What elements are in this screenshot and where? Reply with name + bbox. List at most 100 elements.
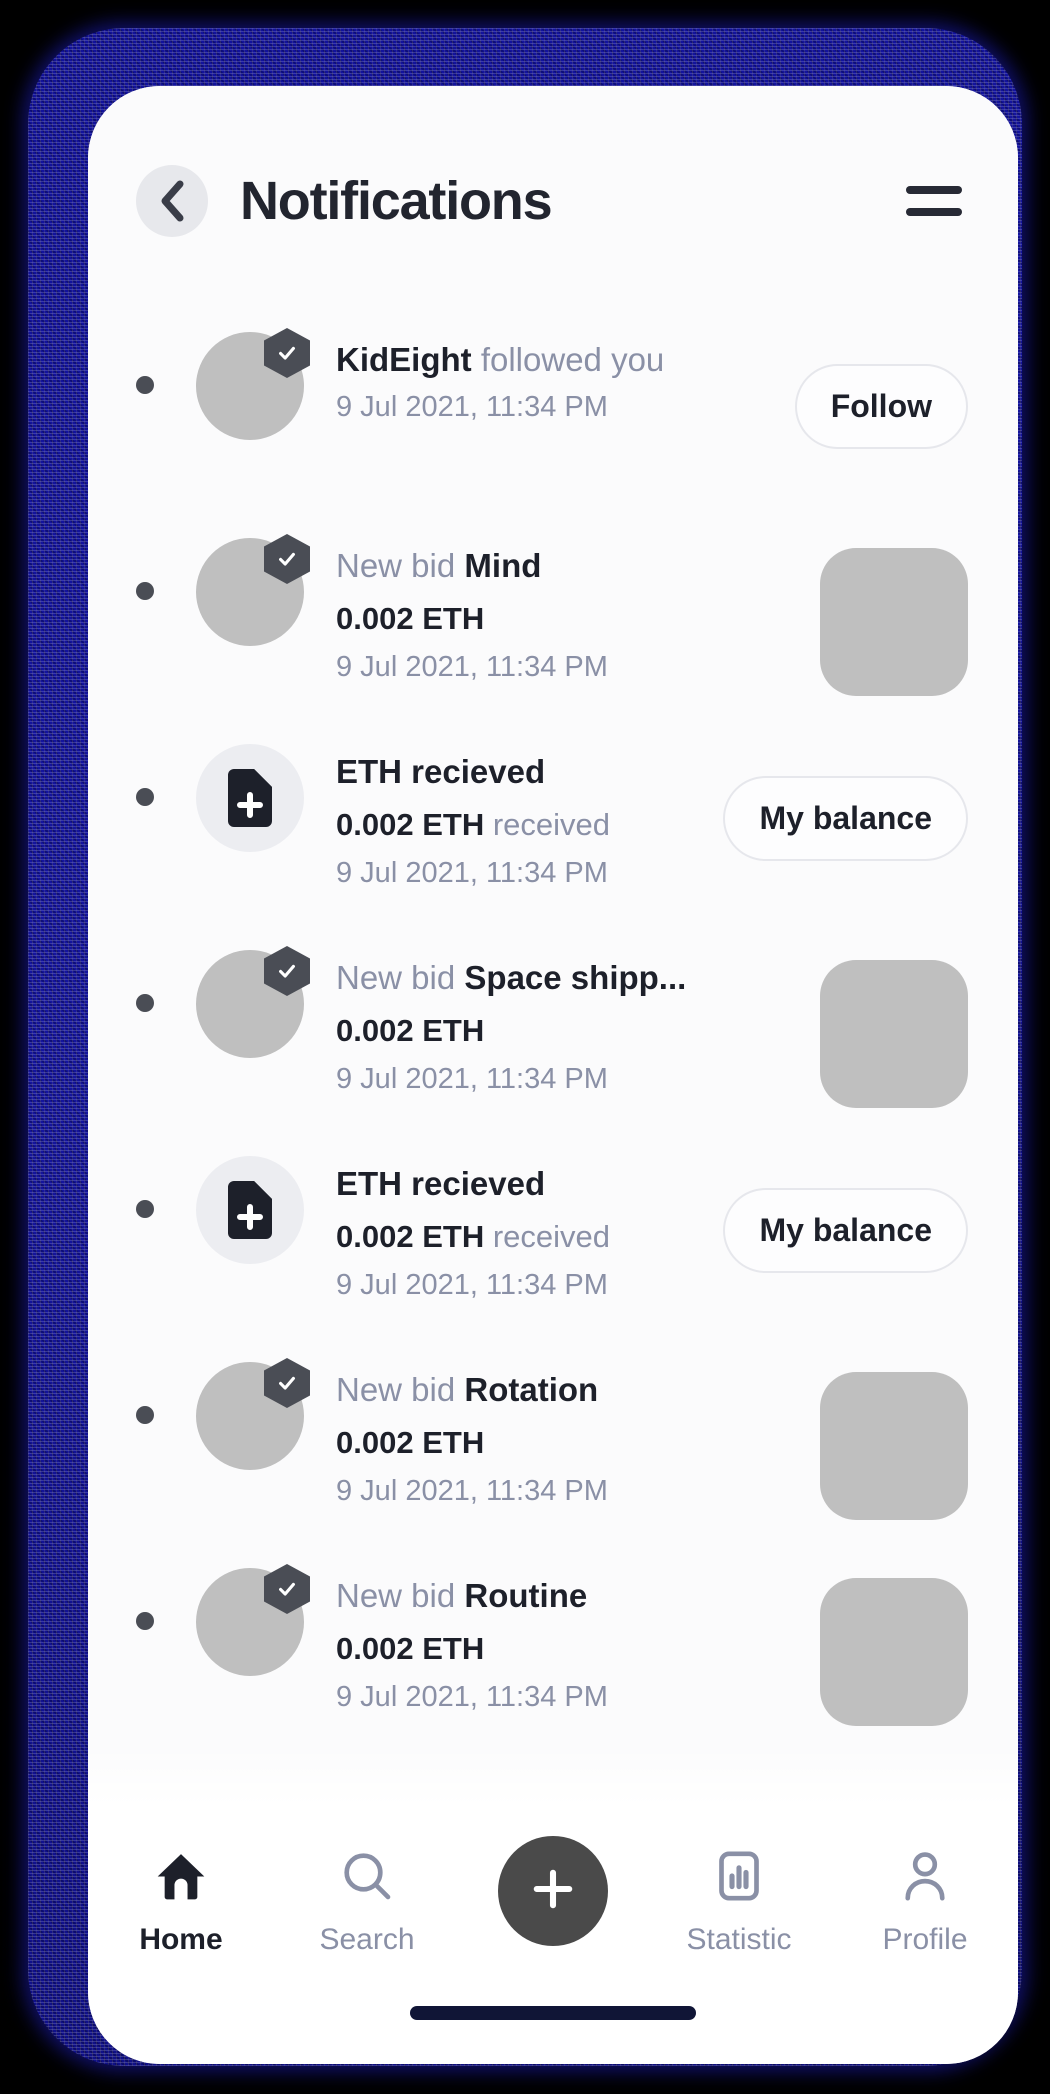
app-header: Notifications [88, 86, 1018, 316]
home-icon [153, 1848, 209, 1909]
amount-value: 0.002 [336, 807, 414, 842]
notification-amount-line: 0.002 ETH received [336, 1214, 709, 1260]
amount-suffix: received [492, 807, 611, 842]
my-balance-button[interactable]: My balance [723, 776, 968, 861]
plus-icon [527, 1863, 579, 1920]
amount-value: 0.002 [336, 601, 414, 636]
item-thumbnail[interactable] [820, 1372, 968, 1520]
amount-currency: ETH [422, 807, 485, 842]
my-balance-button[interactable]: My balance [723, 1188, 968, 1273]
notification-action: My balance [723, 776, 968, 861]
notification-amount-line: 0.002 ETH [336, 1008, 806, 1054]
document-plus-icon [196, 744, 304, 852]
notification-title: ETH recieved [336, 750, 709, 794]
notification-action: Follow [794, 364, 968, 449]
notification-avatar[interactable] [196, 328, 310, 440]
unread-dot [136, 582, 154, 600]
unread-dot [136, 788, 154, 806]
search-icon [339, 1848, 395, 1909]
notification-row[interactable]: KidEight followed you 9 Jul 2021, 11:34 P… [88, 316, 1018, 522]
nav-label: Search [319, 1923, 415, 1956]
menu-bar-top [906, 186, 962, 194]
notification-title: New bid Mind [336, 544, 806, 588]
item-thumbnail[interactable] [820, 1578, 968, 1726]
nav-label: Home [139, 1923, 223, 1956]
notification-amount-line: 0.002 ETH [336, 1420, 806, 1466]
back-button[interactable] [136, 165, 208, 237]
nav-item-home[interactable]: Home [88, 1848, 274, 1957]
notification-body: ETH recieved 0.002 ETH received 9 Jul 2021… [336, 750, 709, 894]
notification-body: New bid Routine 0.002 ETH 9 Jul 2021, 11:3… [336, 1574, 806, 1718]
notification-row[interactable]: New bid Routine 0.002 ETH 9 Jul 2021, 11:3… [88, 1552, 1018, 1758]
notification-row[interactable]: ETH recieved 0.002 ETH received 9 Jul 2021… [88, 728, 1018, 934]
amount-currency: ETH [422, 1425, 485, 1460]
page-title: Notifications [240, 171, 553, 231]
notification-amount-line: 0.002 ETH received [336, 802, 709, 848]
nav-item-statistic[interactable]: Statistic [646, 1848, 832, 1957]
nav-item-search[interactable]: Search [274, 1848, 460, 1957]
notification-row[interactable]: New bid Mind 0.002 ETH 9 Jul 2021, 11:34 P… [88, 522, 1018, 728]
amount-value: 0.002 [336, 1631, 414, 1666]
unread-dot [136, 994, 154, 1012]
notification-subject: KidEight [336, 341, 472, 378]
notification-subject: Rotation [464, 1371, 599, 1408]
notification-avatar[interactable] [196, 534, 310, 646]
follow-button[interactable]: Follow [794, 364, 968, 449]
item-thumbnail[interactable] [820, 960, 968, 1108]
notification-timestamp: 9 Jul 2021, 11:34 PM [336, 1063, 608, 1095]
notification-amount-line: 0.002 ETH [336, 596, 806, 642]
home-indicator [410, 2006, 696, 2020]
amount-currency: ETH [422, 1631, 485, 1666]
notification-title: ETH recieved [336, 1162, 709, 1206]
notification-subject: Routine [464, 1577, 588, 1614]
notification-timestamp: 9 Jul 2021, 11:34 PM [336, 1269, 608, 1301]
unread-dot [136, 376, 154, 394]
profile-icon [897, 1848, 953, 1909]
notification-body: New bid Space shipp... 0.002 ETH 9 Jul 202… [336, 956, 806, 1100]
notification-timestamp: 9 Jul 2021, 11:34 PM [336, 651, 608, 683]
notification-avatar[interactable] [196, 1156, 304, 1264]
amount-value: 0.002 [336, 1219, 414, 1254]
bottom-navigation-bar: Home Search Statistic Profile [88, 1814, 1018, 2064]
notification-avatar[interactable] [196, 1358, 310, 1470]
notification-action-text: followed you [480, 341, 665, 378]
create-action-slot [460, 1836, 646, 1946]
amount-currency: ETH [422, 1013, 485, 1048]
notification-avatar[interactable] [196, 744, 304, 852]
notification-timestamp: 9 Jul 2021, 11:34 PM [336, 391, 608, 423]
hamburger-menu-icon[interactable] [906, 178, 966, 224]
phone-screen: Notifications KidEight followed you 9 Jul… [88, 86, 1018, 2064]
add-button[interactable] [498, 1836, 608, 1946]
amount-value: 0.002 [336, 1425, 414, 1460]
notification-subject: ETH recieved [336, 1165, 546, 1202]
item-thumbnail[interactable] [820, 548, 968, 696]
notification-title: New bid Routine [336, 1574, 806, 1618]
notification-body: New bid Rotation 0.002 ETH 9 Jul 2021, 11:… [336, 1368, 806, 1512]
document-plus-icon [196, 1156, 304, 1264]
notification-title: New bid Rotation [336, 1368, 806, 1412]
unread-dot [136, 1200, 154, 1218]
amount-currency: ETH [422, 1219, 485, 1254]
menu-bar-bottom [906, 208, 962, 216]
phone-frame: Notifications KidEight followed you 9 Jul… [28, 28, 1022, 2066]
nav-item-profile[interactable]: Profile [832, 1848, 1018, 1957]
notification-row[interactable]: New bid Rotation 0.002 ETH 9 Jul 2021, 11:… [88, 1346, 1018, 1552]
amount-currency: ETH [422, 601, 485, 636]
notification-amount-line: 0.002 ETH [336, 1626, 806, 1672]
amount-suffix: received [492, 1219, 611, 1254]
unread-dot [136, 1406, 154, 1424]
notification-subject: Space shipp... [464, 959, 687, 996]
notification-kind-label: New bid [336, 1577, 456, 1614]
notification-list[interactable]: KidEight followed you 9 Jul 2021, 11:34 P… [88, 316, 1018, 1836]
notification-title: KidEight followed you [336, 338, 781, 382]
notification-body: New bid Mind 0.002 ETH 9 Jul 2021, 11:34 P… [336, 544, 806, 688]
notification-kind-label: New bid [336, 1371, 456, 1408]
notification-row[interactable]: ETH recieved 0.002 ETH received 9 Jul 2021… [88, 1140, 1018, 1346]
notification-subject: Mind [464, 547, 542, 584]
amount-value: 0.002 [336, 1013, 414, 1048]
notification-avatar[interactable] [196, 1564, 310, 1676]
notification-title: New bid Space shipp... [336, 956, 806, 1000]
notification-row[interactable]: New bid Space shipp... 0.002 ETH 9 Jul 202… [88, 934, 1018, 1140]
notification-avatar[interactable] [196, 946, 310, 1058]
statistic-icon [711, 1848, 767, 1909]
